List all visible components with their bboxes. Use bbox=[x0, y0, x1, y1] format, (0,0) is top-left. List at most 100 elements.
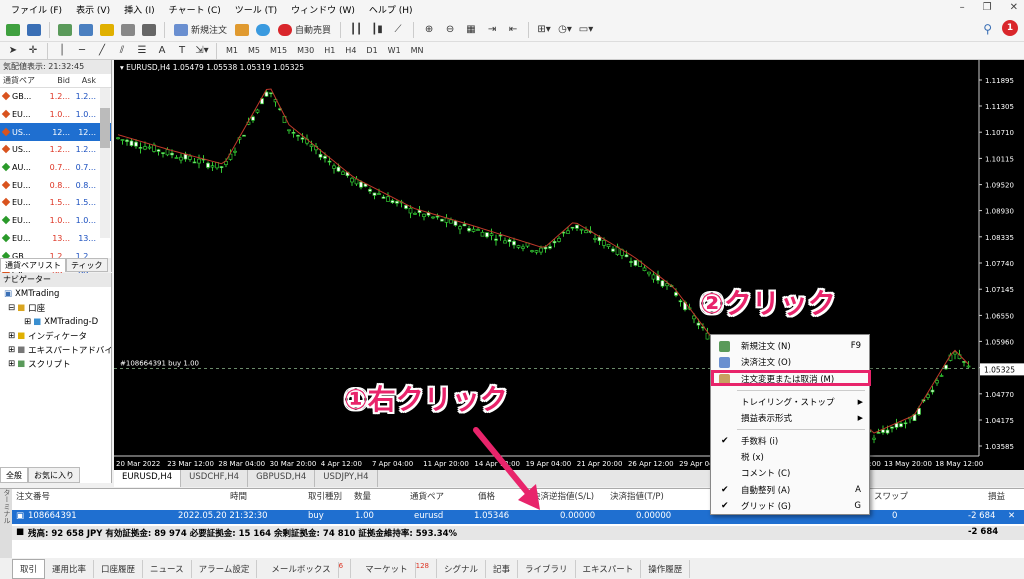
tab-news[interactable]: ニュース bbox=[143, 559, 192, 578]
vertical-line-icon[interactable]: │ bbox=[53, 42, 71, 60]
cursor-icon[interactable]: ➤ bbox=[4, 42, 22, 60]
label-icon[interactable]: T bbox=[173, 42, 191, 60]
nav-item-indicators[interactable]: ⊞ ■ インディケータ bbox=[0, 329, 111, 343]
col-ask[interactable]: Ask bbox=[70, 74, 96, 87]
nav-item-scripts[interactable]: ⊞ ■ スクリプト bbox=[0, 357, 111, 371]
menu-item-comment[interactable]: コメント (C) bbox=[711, 465, 869, 481]
price-chart[interactable]: ▾ EURUSD,H4 1.05479 1.05538 1.05319 1.05… bbox=[114, 60, 1024, 470]
market-watch-icon[interactable] bbox=[56, 21, 74, 39]
tab-articles[interactable]: 記事 bbox=[486, 559, 519, 578]
market-watch-scrollbar[interactable] bbox=[100, 88, 110, 238]
restore-button[interactable]: ❐ bbox=[983, 2, 992, 13]
menu-view[interactable]: 表示 (V) bbox=[69, 3, 117, 16]
shapes-icon[interactable]: ⇲▾ bbox=[193, 42, 211, 60]
timeframe-w1[interactable]: W1 bbox=[384, 46, 405, 55]
metaeditor-icon[interactable] bbox=[233, 21, 251, 39]
chart-canvas[interactable]: 1.11895 1.11305 1.10710 1.10115 1.09520 1.089… bbox=[114, 60, 1024, 470]
search-icon[interactable]: ⚲ bbox=[983, 22, 992, 36]
list-item[interactable]: GB... 1.2... 1.2... bbox=[0, 88, 111, 106]
navigator-icon[interactable] bbox=[98, 21, 116, 39]
timeframe-mn[interactable]: MN bbox=[407, 46, 428, 55]
timeframe-m30[interactable]: M30 bbox=[293, 46, 318, 55]
candlestick-icon[interactable]: ┃▮ bbox=[368, 21, 386, 39]
menu-tools[interactable]: ツール (T) bbox=[228, 3, 284, 16]
tab-account-history[interactable]: 口座履歴 bbox=[94, 559, 144, 578]
line-chart-icon[interactable]: ⟋ bbox=[389, 21, 407, 39]
tile-windows-icon[interactable]: ▦ bbox=[462, 21, 480, 39]
close-button[interactable]: ✕ bbox=[1010, 2, 1018, 13]
tab-general[interactable]: 全般 bbox=[0, 467, 28, 483]
chart-tab-usdchf[interactable]: USDCHF,H4 bbox=[181, 470, 249, 487]
fibonacci-icon[interactable]: ☰ bbox=[133, 42, 151, 60]
col-sl[interactable]: 決済逆指値(S/L) bbox=[532, 490, 594, 502]
bar-chart-icon[interactable]: ┃┃ bbox=[347, 21, 365, 39]
col-profit[interactable]: 損益 bbox=[988, 490, 1005, 502]
terminal-icon[interactable] bbox=[119, 21, 137, 39]
menu-help[interactable]: ヘルプ (H) bbox=[362, 3, 420, 16]
col-volume[interactable]: 数量 bbox=[354, 490, 371, 502]
tab-alerts[interactable]: アラーム設定 bbox=[192, 559, 258, 578]
menu-window[interactable]: ウィンドウ (W) bbox=[284, 3, 362, 16]
close-trade-icon[interactable]: ✕ bbox=[1008, 511, 1015, 521]
timeframe-h1[interactable]: H1 bbox=[320, 46, 339, 55]
tab-library[interactable]: ライブラリ bbox=[518, 559, 576, 578]
menu-item-new-order[interactable]: 新規注文 (N) F9 bbox=[711, 338, 869, 354]
menu-item-grid[interactable]: ✔ グリッド (G) G bbox=[711, 498, 869, 514]
table-row[interactable]: ▣ 108664391 2022.05.20 21:32:30 buy 1.00… bbox=[12, 510, 1024, 524]
horizontal-line-icon[interactable]: ─ bbox=[73, 42, 91, 60]
menu-item-trailing-stop[interactable]: トレイリング・ストップ ▶ bbox=[711, 394, 869, 410]
nav-item-experts[interactable]: ⊞■エキスパートアドバイザ bbox=[0, 343, 111, 357]
menu-item-auto-arrange[interactable]: ✔ 自動整列 (A) A bbox=[711, 482, 869, 498]
list-item[interactable]: EU... 0.8... 0.8... bbox=[0, 176, 111, 194]
tab-favorites[interactable]: お気に入り bbox=[28, 467, 80, 483]
col-time[interactable]: 時間 bbox=[230, 490, 247, 502]
list-item[interactable]: EU... 1.5... 1.5... bbox=[0, 194, 111, 212]
chart-tab-eurusd[interactable]: EURUSD,H4 bbox=[114, 470, 182, 487]
list-item[interactable]: EU... 1.0... 1.0... bbox=[0, 106, 111, 124]
menu-chart[interactable]: チャート (C) bbox=[162, 3, 228, 16]
tab-symbols[interactable]: 通貨ペアリスト bbox=[0, 258, 66, 272]
menu-insert[interactable]: 挿入 (I) bbox=[117, 3, 162, 16]
signals-icon[interactable] bbox=[254, 21, 272, 39]
indicators-icon[interactable]: ⊞▾ bbox=[535, 21, 553, 39]
col-symbol[interactable]: 通貨ペア bbox=[410, 490, 444, 502]
nav-item-xmtrading[interactable]: ▣ XMTrading bbox=[0, 287, 111, 301]
templates-icon[interactable]: ▭▾ bbox=[577, 21, 595, 39]
col-price[interactable]: 価格 bbox=[478, 490, 495, 502]
nav-item-account-server[interactable]: ⊞ ■ XMTrading-D bbox=[0, 315, 111, 329]
tab-exposure[interactable]: 運用比率 bbox=[45, 559, 95, 578]
tab-tick[interactable]: ティック bbox=[66, 258, 108, 272]
chart-tab-usdjpy[interactable]: USDJPY,H4 bbox=[315, 470, 378, 487]
new-chart-icon[interactable] bbox=[4, 21, 22, 39]
menu-item-profit-display[interactable]: 損益表示形式 ▶ bbox=[711, 410, 869, 426]
trendline-icon[interactable]: ╱ bbox=[93, 42, 111, 60]
periods-icon[interactable]: ◷▾ bbox=[556, 21, 574, 39]
timeframe-m15[interactable]: M15 bbox=[266, 46, 291, 55]
timeframe-m5[interactable]: M5 bbox=[244, 46, 264, 55]
list-item[interactable]: AU... 0.7... 0.7... bbox=[0, 159, 111, 177]
col-swap[interactable]: スワップ bbox=[874, 490, 908, 502]
col-ticket[interactable]: 注文番号 bbox=[16, 490, 50, 502]
tab-journal[interactable]: 操作履歴 bbox=[641, 559, 691, 578]
col-tp[interactable]: 決済指値(T/P) bbox=[610, 490, 664, 502]
auto-trade-button[interactable]: 自動売買 bbox=[275, 21, 334, 39]
col-bid[interactable]: Bid bbox=[44, 74, 70, 87]
minimize-button[interactable]: – bbox=[960, 2, 965, 13]
tab-mailbox[interactable]: メールボックス 6 bbox=[257, 559, 352, 578]
menu-item-taxes[interactable]: 税 (x) bbox=[711, 449, 869, 465]
col-type[interactable]: 取引種別 bbox=[308, 490, 342, 502]
channel-icon[interactable]: ⫽ bbox=[113, 42, 131, 60]
scroll-chart-icon[interactable]: ⇥ bbox=[483, 21, 501, 39]
menu-item-commission[interactable]: ✔ 手数料 (i) bbox=[711, 433, 869, 449]
profiles-icon[interactable] bbox=[25, 21, 43, 39]
menu-item-close-order[interactable]: 決済注文 (O) bbox=[711, 354, 869, 370]
tab-trade[interactable]: 取引 bbox=[12, 558, 46, 579]
new-order-button[interactable]: 新規注文 bbox=[171, 21, 230, 39]
data-window-icon[interactable] bbox=[77, 21, 95, 39]
tab-experts[interactable]: エキスパート bbox=[576, 559, 642, 578]
text-icon[interactable]: A bbox=[153, 42, 171, 60]
chart-tab-gbpusd[interactable]: GBPUSD,H4 bbox=[248, 470, 316, 487]
timeframe-d1[interactable]: D1 bbox=[362, 46, 381, 55]
list-item[interactable]: EU... 13... 13... bbox=[0, 230, 111, 248]
menu-file[interactable]: ファイル (F) bbox=[4, 3, 69, 16]
